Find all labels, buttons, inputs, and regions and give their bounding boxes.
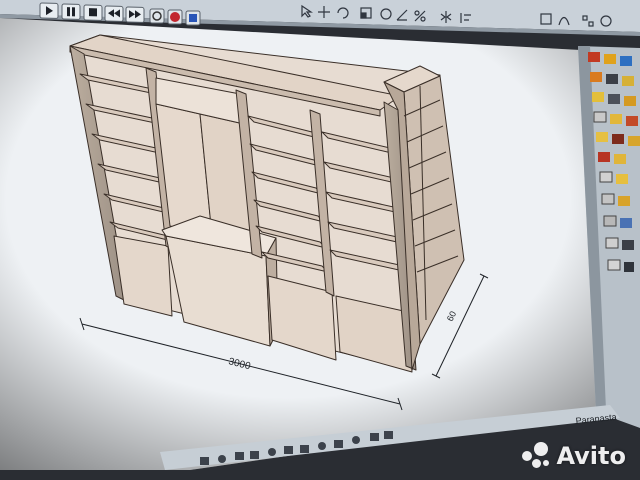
render-settings-button[interactable] <box>149 8 165 24</box>
sphere-icon <box>170 12 180 22</box>
window-icon[interactable] <box>607 259 621 271</box>
sphere-primitive-icon[interactable] <box>610 114 622 124</box>
shape-pyramid-icon[interactable] <box>300 445 309 453</box>
stop-button[interactable] <box>83 4 103 21</box>
hierarchy-icon[interactable] <box>620 56 632 66</box>
rewind-button[interactable] <box>104 5 124 22</box>
geosphere-icon[interactable] <box>598 152 610 162</box>
tube-icon[interactable] <box>614 154 626 164</box>
pause-button[interactable] <box>61 3 81 20</box>
shape-helix-icon[interactable] <box>384 431 393 439</box>
shape-box-icon[interactable] <box>200 457 209 465</box>
patch-grid-icon[interactable] <box>605 237 619 249</box>
fast-forward-button[interactable] <box>125 6 145 23</box>
spline-icon[interactable] <box>601 193 615 205</box>
shape-plane-icon[interactable] <box>352 436 360 444</box>
lights-icon[interactable] <box>622 76 634 86</box>
helpers-icon[interactable] <box>608 94 620 104</box>
cameras-icon[interactable] <box>592 92 604 102</box>
toolbar-render-buttons <box>149 8 201 26</box>
nurbs-icon[interactable] <box>618 196 630 206</box>
torus-icon[interactable] <box>596 132 608 142</box>
cone-icon[interactable] <box>628 136 640 146</box>
shapes-icon[interactable] <box>606 74 618 84</box>
geometry-icon[interactable] <box>590 72 602 82</box>
avito-watermark-text: Avito <box>556 442 626 470</box>
box-icon[interactable] <box>593 111 607 123</box>
shape-cone-icon[interactable] <box>250 451 259 459</box>
material-editor-button[interactable] <box>167 9 183 25</box>
shape-teapot-icon[interactable] <box>334 440 343 448</box>
play-button[interactable] <box>39 2 59 19</box>
teapot-primitive-icon[interactable] <box>612 134 624 144</box>
compound-icon[interactable] <box>603 215 617 227</box>
create-icon[interactable] <box>588 52 600 62</box>
pause-icon <box>67 7 70 17</box>
shape-text-icon[interactable] <box>370 433 379 441</box>
avito-watermark: Avito <box>522 442 626 470</box>
avito-logo-icon <box>522 442 550 470</box>
stop-icon <box>89 8 97 17</box>
shape-cylinder-icon[interactable] <box>235 452 244 460</box>
plane-icon[interactable] <box>616 174 628 184</box>
shape-torus-icon[interactable] <box>268 448 276 456</box>
render-scene-button[interactable] <box>185 10 201 26</box>
particle-icon[interactable] <box>620 218 632 228</box>
screen: Paranasta 3000 60 <box>0 0 640 480</box>
shape-sphere-icon[interactable] <box>218 455 226 463</box>
shape-geosphere-icon[interactable] <box>318 442 326 450</box>
door-icon[interactable] <box>622 240 634 250</box>
pyramid-icon[interactable] <box>599 171 613 183</box>
teapot-icon <box>189 14 197 22</box>
modify-icon[interactable] <box>604 54 616 64</box>
spacewarps-icon[interactable] <box>624 96 636 106</box>
shape-tube-icon[interactable] <box>284 446 293 454</box>
cylinder-icon[interactable] <box>626 116 638 126</box>
stairs-icon[interactable] <box>624 262 634 272</box>
